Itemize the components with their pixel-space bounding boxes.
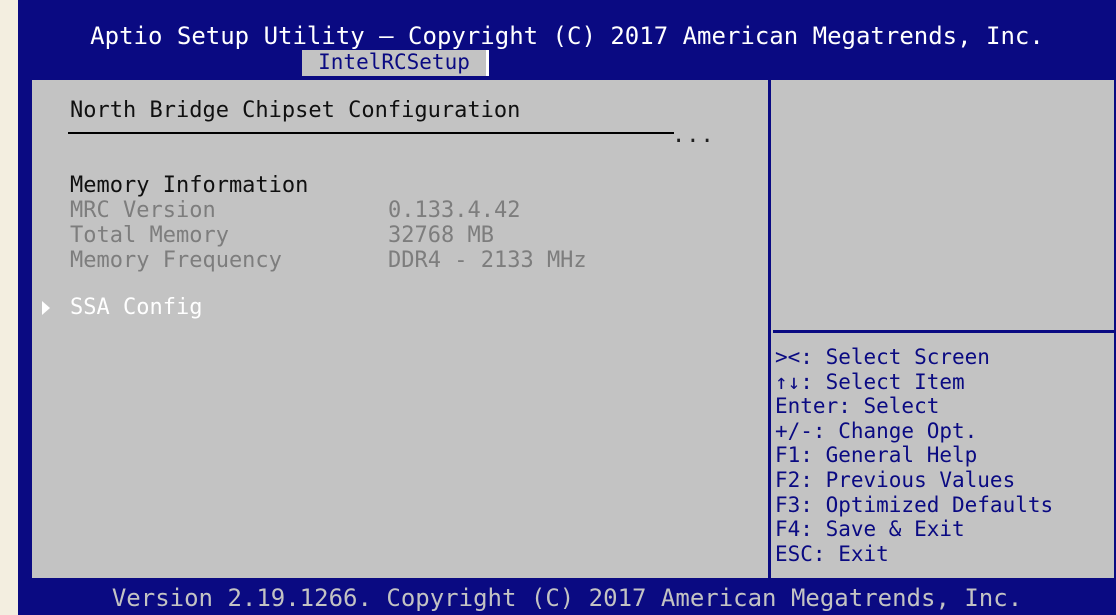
help-f1: F1: General Help bbox=[775, 443, 978, 468]
help-enter: Enter: Select bbox=[775, 394, 940, 419]
setup-body: North Bridge Chipset Configuration ... M… bbox=[30, 78, 1116, 580]
help-f3: F3: Optimized Defaults bbox=[775, 492, 1054, 517]
header-title: Aptio Setup Utility – Copyright (C) 2017… bbox=[90, 22, 1044, 50]
help-f2: F2: Previous Values bbox=[775, 467, 1016, 492]
total-memory-label: Total Memory bbox=[70, 223, 229, 248]
tab-intelrcsetup[interactable]: IntelRCSetup bbox=[299, 50, 489, 76]
footer-version: Version 2.19.1266. Copyright (C) 2017 Am… bbox=[111, 584, 1023, 612]
help-divider bbox=[773, 330, 1114, 333]
help-change-opt: +/-: Change Opt. bbox=[775, 418, 978, 443]
bios-screen: Aptio Setup Utility – Copyright (C) 2017… bbox=[18, 0, 1116, 615]
scroll-indicator: ... bbox=[672, 123, 715, 148]
mrc-version-value: 0.133.4.42 bbox=[388, 198, 521, 223]
mrc-version-label: MRC Version bbox=[70, 198, 216, 223]
title-divider bbox=[68, 132, 674, 134]
tab-bar: IntelRCSetup bbox=[18, 50, 1116, 76]
help-select-screen: ><: Select Screen bbox=[775, 345, 990, 369]
settings-pane: North Bridge Chipset Configuration ... M… bbox=[32, 80, 768, 578]
help-pane: ><: Select Screen ↑↓: Select Item Enter:… bbox=[771, 80, 1114, 578]
submenu-arrow-icon bbox=[42, 301, 50, 315]
ssa-config-item[interactable]: SSA Config bbox=[70, 295, 202, 320]
memory-frequency-label: Memory Frequency bbox=[70, 248, 282, 273]
total-memory-value: 32768 MB bbox=[388, 223, 494, 248]
memory-frequency-value: DDR4 - 2133 MHz bbox=[388, 248, 587, 273]
memory-info-heading: Memory Information bbox=[70, 173, 309, 198]
help-f4: F4: Save & Exit bbox=[775, 517, 965, 542]
page-title: North Bridge Chipset Configuration bbox=[70, 98, 521, 123]
help-select-item: ↑↓: Select Item bbox=[775, 369, 965, 394]
help-esc: ESC: Exit bbox=[775, 541, 889, 566]
key-help-list: ><: Select Screen ↑↓: Select Item Enter:… bbox=[775, 345, 1053, 566]
